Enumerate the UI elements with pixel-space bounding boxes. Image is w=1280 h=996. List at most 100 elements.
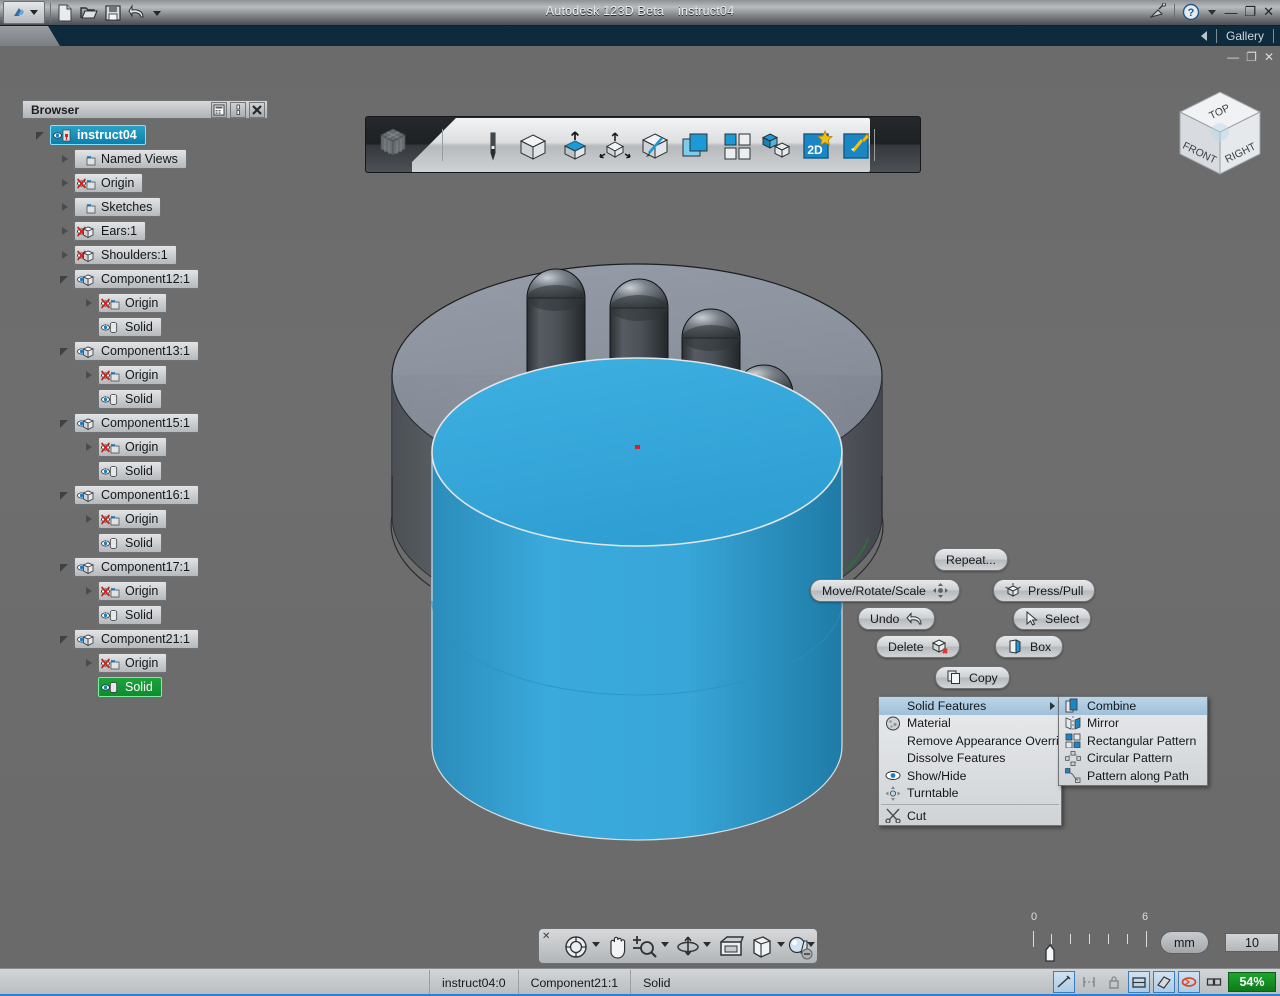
snap-icon[interactable]	[1053, 971, 1075, 993]
navbar-close-icon[interactable]: ✕	[542, 931, 550, 942]
browser-panel[interactable]: Browser instruct04Named ViewsOriginSketc…	[22, 100, 268, 699]
context-menu[interactable]: Solid FeaturesMaterialRemove Appearance …	[878, 696, 1062, 826]
pan-icon[interactable]	[605, 935, 630, 959]
expand-arrow-open-icon[interactable]	[60, 346, 71, 357]
tree-node-chip[interactable]: Component15:1	[74, 413, 199, 433]
view-cube-dropdown-icon[interactable]	[777, 942, 785, 966]
marking-menu-delete[interactable]: Delete	[876, 635, 960, 658]
expand-arrow-open-icon[interactable]	[60, 634, 71, 645]
minimize-button[interactable]: —	[1224, 5, 1237, 20]
menu-item[interactable]: Circular Pattern	[1059, 750, 1207, 768]
expand-arrow-closed-icon[interactable]	[84, 442, 95, 453]
tree-node-chip[interactable]: Origin	[98, 437, 167, 457]
browser-tree[interactable]: instruct04Named ViewsOriginSketchesEars:…	[22, 123, 268, 699]
expand-arrow-closed-icon[interactable]	[84, 514, 95, 525]
tree-node-chip[interactable]: Solid	[98, 677, 162, 697]
menu-item[interactable]: Cut	[879, 807, 1061, 825]
lock-icon[interactable]	[1103, 971, 1125, 993]
shading-icon[interactable]	[1153, 971, 1175, 993]
close-panel-icon[interactable]	[249, 102, 265, 118]
marking-menu-move[interactable]: Move/Rotate/Scale	[810, 579, 960, 602]
tree-node[interactable]: Origin	[22, 435, 268, 459]
tree-node[interactable]: Component12:1	[22, 267, 268, 291]
copy-button[interactable]: Copy	[935, 666, 1010, 689]
expand-arrow-open-icon[interactable]	[36, 130, 47, 141]
gallery-prev-icon[interactable]	[1201, 31, 1207, 41]
tree-node[interactable]: Solid	[22, 531, 268, 555]
tree-node-chip[interactable]: Origin	[98, 365, 167, 385]
menu-item[interactable]: Remove Appearance Override	[879, 732, 1061, 750]
expand-arrow-closed-icon[interactable]	[60, 178, 71, 189]
close-button[interactable]: ✕	[1263, 4, 1274, 20]
tree-node-chip[interactable]: Component21:1	[74, 629, 199, 649]
main-toolbar[interactable]: 2D	[365, 116, 921, 173]
grouping-icon[interactable]	[720, 129, 754, 163]
tree-node-chip[interactable]: Origin	[98, 581, 167, 601]
menu-item[interactable]: Solid Features	[879, 697, 1061, 715]
fit-view-icon[interactable]	[717, 935, 745, 959]
marking-menu-select[interactable]: Select	[1013, 607, 1091, 630]
menu-item[interactable]: Pattern along Path	[1059, 767, 1207, 785]
tree-node-chip[interactable]: Named Views	[74, 149, 187, 169]
orbit-icon[interactable]	[675, 935, 701, 959]
marking-menu-copy[interactable]: Copy	[935, 666, 1010, 689]
tree-node-chip[interactable]: Origin	[98, 653, 167, 673]
expand-arrow-closed-icon[interactable]	[84, 370, 95, 381]
marking-menu-presspull[interactable]: Press/Pull	[993, 579, 1095, 602]
tree-node[interactable]: Origin	[22, 579, 268, 603]
tree-node-chip[interactable]: Origin	[98, 509, 167, 529]
tree-node[interactable]: Origin	[22, 651, 268, 675]
tree-node[interactable]: Origin	[22, 507, 268, 531]
orbit-dropdown-icon[interactable]	[703, 942, 711, 966]
context-submenu[interactable]: CombineMirrorRectangular PatternCircular…	[1058, 696, 1208, 786]
expand-arrow-closed-icon[interactable]	[60, 250, 71, 261]
tree-node-chip[interactable]: Shoulders:1	[74, 245, 177, 265]
primitives-cube-icon[interactable]	[372, 125, 414, 165]
marking-menu-undo[interactable]: Undo	[858, 607, 935, 630]
expand-arrow-closed-icon[interactable]	[84, 298, 95, 309]
satellite-icon[interactable]	[1149, 3, 1167, 21]
list-view-icon[interactable]	[211, 102, 227, 118]
construct-box-icon[interactable]	[516, 129, 550, 163]
tree-node-chip[interactable]: Sketches	[74, 197, 161, 217]
tree-node-chip[interactable]: Component12:1	[74, 269, 199, 289]
gallery-label[interactable]: Gallery	[1226, 29, 1264, 43]
expand-arrow-closed-icon[interactable]	[60, 202, 71, 213]
tree-node-chip[interactable]: Origin	[74, 173, 143, 193]
combine-icon[interactable]	[678, 129, 712, 163]
smart-tools-icon[interactable]	[840, 129, 874, 163]
tree-node-chip[interactable]: Ears:1	[74, 221, 146, 241]
tree-node[interactable]: Component21:1	[22, 627, 268, 651]
expand-arrow-closed-icon[interactable]	[60, 154, 71, 165]
expand-arrow-open-icon[interactable]	[60, 562, 71, 573]
view-cube[interactable]: TOP FRONT RIGHT	[1168, 84, 1272, 184]
menu-item[interactable]: Rectangular Pattern	[1059, 732, 1207, 750]
delete-button[interactable]: Delete	[876, 635, 960, 658]
assembly-icon[interactable]	[760, 129, 794, 163]
restore-button[interactable]: ❐	[1244, 4, 1256, 20]
tree-node[interactable]: Origin	[22, 171, 268, 195]
move-rotate-scale-button[interactable]: Move/Rotate/Scale	[810, 579, 960, 602]
help-dropdown-icon[interactable]	[1207, 7, 1217, 17]
tree-node[interactable]: Solid	[22, 459, 268, 483]
viewport-canvas[interactable]: — ❐ ✕	[0, 46, 1280, 968]
navigation-bar[interactable]: ✕	[538, 928, 818, 964]
document-restore-button[interactable]: ❐	[1246, 50, 1257, 64]
steering-wheel-dropdown-icon[interactable]	[592, 942, 600, 966]
grid-icon[interactable]	[1128, 971, 1150, 993]
tree-node-chip[interactable]: Component16:1	[74, 485, 199, 505]
tree-node[interactable]: Ears:1	[22, 219, 268, 243]
marking-menu-repeat[interactable]: Repeat...	[934, 548, 1008, 571]
steering-wheel-icon[interactable]	[563, 935, 589, 959]
press-pull-button[interactable]: Press/Pull	[993, 579, 1095, 602]
sketch-on-face-icon[interactable]	[638, 129, 672, 163]
menu-item[interactable]: Mirror	[1059, 715, 1207, 733]
tree-node-chip[interactable]: Origin	[98, 293, 167, 313]
gallery-area[interactable]: Gallery	[1201, 26, 1274, 46]
tree-node-chip[interactable]: Solid	[98, 389, 162, 409]
unit-button[interactable]: mm	[1160, 931, 1209, 954]
measure-icon[interactable]	[1078, 971, 1100, 993]
expand-arrow-closed-icon[interactable]	[84, 586, 95, 597]
menu-item[interactable]: Material	[879, 715, 1061, 733]
tree-node[interactable]: Component13:1	[22, 339, 268, 363]
